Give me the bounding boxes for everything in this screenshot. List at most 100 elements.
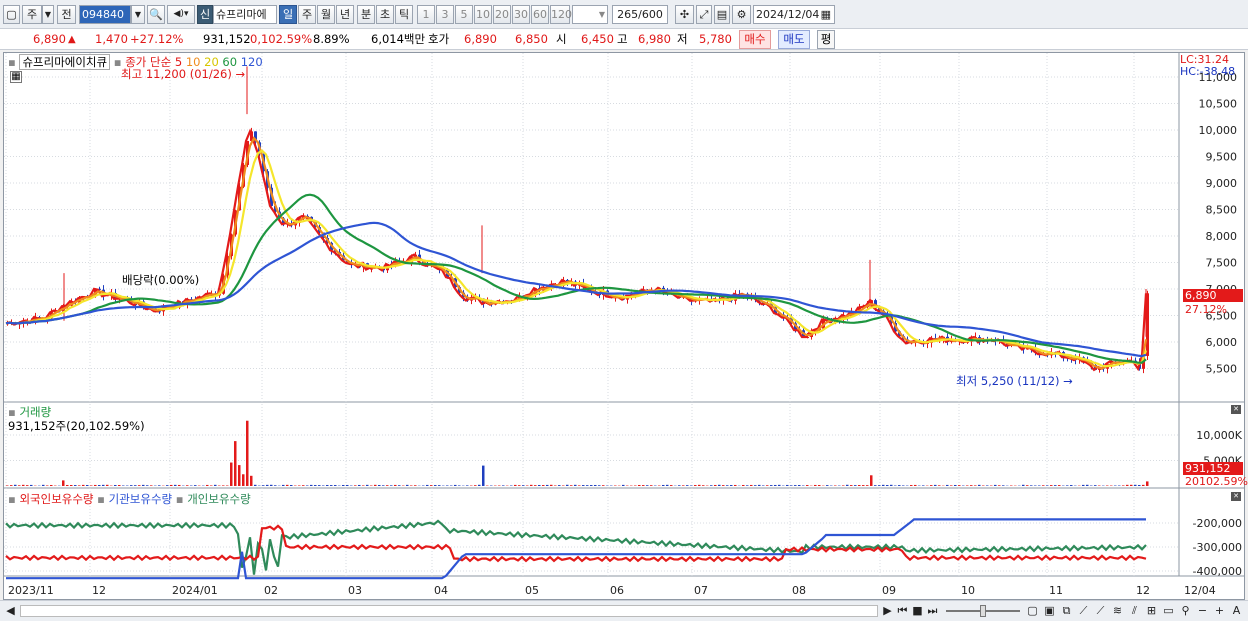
volume-bar [250, 475, 253, 486]
volume-bar [710, 485, 713, 486]
volume-bar [570, 485, 573, 486]
volume-bar [242, 474, 245, 486]
interval-10[interactable]: 10 [474, 5, 492, 24]
sell-button[interactable]: 매도 [778, 30, 810, 49]
volume-bar [798, 485, 801, 486]
interval-3[interactable]: 3 [436, 5, 454, 24]
volume-bar [550, 484, 553, 486]
volume-bar [870, 475, 873, 486]
period-year[interactable]: 년 [336, 5, 354, 24]
calendar-icon[interactable]: ▦ [821, 6, 831, 23]
chevron-down-icon[interactable]: ▼ [131, 5, 145, 24]
volume-bar [106, 484, 109, 486]
speaker-icon[interactable]: ◀)▾ [167, 5, 195, 24]
individual-holding-label[interactable]: 개인보유수량 [187, 492, 250, 506]
date-input[interactable]: 2024/12/04 ▦ [753, 5, 835, 24]
interval-custom-select[interactable]: ▼ [572, 5, 608, 24]
grid-tool-icon[interactable]: ⊞ [1144, 603, 1159, 619]
interval-1[interactable]: 1 [417, 5, 435, 24]
volume-bar [514, 484, 517, 486]
scroll-right-icon[interactable]: ▶ [880, 603, 895, 619]
x-axis-label: 08 [792, 584, 806, 597]
institution-holding-label[interactable]: 기관보유수량 [109, 492, 172, 506]
x-axis-label: 12 [1136, 584, 1150, 597]
trend-tool-icon[interactable]: ⟋ [1093, 603, 1108, 619]
period-month[interactable]: 월 [317, 5, 335, 24]
period-minute[interactable]: 분 [357, 5, 375, 24]
stock-code-input[interactable]: 094840 [79, 5, 131, 24]
chart-canvas[interactable]: 2023/11 12 2024/01 02 03 04 05 06 07 08 09 10 11 12 12… [4, 53, 1244, 599]
data-count-field[interactable]: 265/600 [612, 5, 668, 24]
horizontal-scrollbar[interactable] [20, 605, 878, 617]
volume-bar [818, 485, 821, 486]
volume-bar [1086, 484, 1089, 486]
volume-bar [18, 485, 21, 486]
volume-bar [642, 485, 645, 486]
fib-tool-icon[interactable]: ≋ [1110, 603, 1125, 619]
interval-20[interactable]: 20 [493, 5, 511, 24]
prev-button[interactable]: 전 [57, 5, 76, 24]
volume-title[interactable]: 거래량 [19, 405, 51, 419]
volume-bar [562, 485, 565, 486]
zoom-out-icon[interactable]: − [1195, 603, 1210, 619]
x-axis-label: 09 [882, 584, 896, 597]
eval-button[interactable]: 평 [817, 30, 835, 49]
search-icon[interactable]: ⚲ [1178, 603, 1193, 619]
data-count: 265 [617, 8, 639, 21]
interval-30[interactable]: 30 [512, 5, 530, 24]
period-week[interactable]: 주 [298, 5, 316, 24]
channel-tool-icon[interactable]: ⫽ [1127, 603, 1142, 619]
period-day[interactable]: 일 [279, 5, 297, 24]
text-tool-icon[interactable]: A [1229, 603, 1244, 619]
volume-bar [98, 485, 101, 486]
buy-button[interactable]: 매수 [739, 30, 771, 49]
close-icon[interactable]: ✕ [1231, 405, 1241, 414]
layout-split-icon[interactable]: ▣ [1042, 603, 1057, 619]
close-icon[interactable]: ✕ [1231, 492, 1241, 501]
volume-bar [174, 484, 177, 486]
fast-forward-icon[interactable]: ⏭ [925, 603, 940, 619]
hoga-bid: 6,850 [515, 32, 548, 46]
period-tick[interactable]: 틱 [395, 5, 413, 24]
line-tool-icon[interactable]: ⟋ [1076, 603, 1091, 619]
volume-bar [142, 484, 145, 486]
interval-120[interactable]: 120 [550, 5, 572, 24]
search-icon[interactable]: 🔍 [147, 5, 165, 24]
window-icon[interactable]: ▢ [3, 5, 20, 24]
interval-5[interactable]: 5 [455, 5, 473, 24]
gear-icon[interactable]: ⚙ [732, 5, 751, 24]
stock-label[interactable]: 슈프리마에이치큐 [19, 54, 111, 70]
draw-icon[interactable]: ⤢ [696, 5, 712, 24]
stop-icon[interactable]: ■ [910, 603, 925, 619]
zoom-slider-handle[interactable] [980, 605, 986, 617]
period-second[interactable]: 초 [376, 5, 394, 24]
volume-bar [686, 485, 689, 486]
volume-bar [478, 484, 481, 486]
volume-bar [210, 485, 213, 486]
cursor-icon[interactable]: ✣ [675, 5, 694, 24]
volume-bar [558, 485, 561, 486]
copy-icon[interactable]: ⧉ [1059, 603, 1074, 619]
hoga-label: 호가 [428, 32, 450, 46]
layout-icon[interactable]: ▢ [1025, 603, 1040, 619]
table-icon[interactable]: ▦ [10, 71, 22, 83]
legend-marker: ▪ [8, 55, 16, 69]
chevron-down-icon[interactable]: ▼ [42, 5, 54, 24]
interval-60[interactable]: 60 [531, 5, 549, 24]
volume-bar [82, 484, 85, 486]
volume-bar [910, 485, 913, 486]
volume-bar [238, 465, 241, 486]
volume-bar [518, 485, 521, 486]
individual-holding-line [5, 519, 1147, 575]
save-icon[interactable]: ▤ [714, 5, 730, 24]
rewind-icon[interactable]: ⏮ [895, 603, 910, 619]
volume-bar [354, 485, 357, 486]
zoom-in-icon[interactable]: + [1212, 603, 1227, 619]
scroll-left-icon[interactable]: ◀ [3, 603, 18, 619]
volume-bar [246, 420, 249, 486]
zoom-area-icon[interactable]: ▭ [1161, 603, 1176, 619]
market-select[interactable]: 주 [22, 5, 42, 24]
volume-bar [1138, 485, 1141, 486]
volume-bar [410, 485, 413, 486]
foreign-holding-label[interactable]: 외국인보유수량 [19, 492, 93, 506]
